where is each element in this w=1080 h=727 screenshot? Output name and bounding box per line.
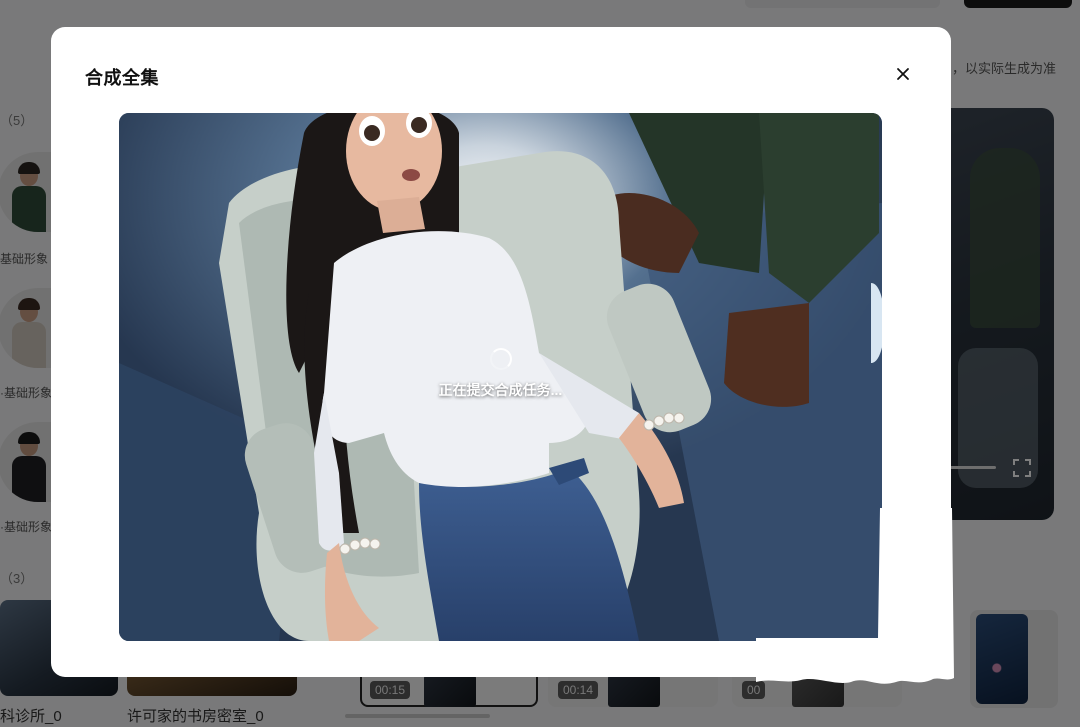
close-icon[interactable] xyxy=(892,63,914,85)
render-artifact xyxy=(756,508,954,684)
modal-title: 合成全集 xyxy=(85,68,159,88)
